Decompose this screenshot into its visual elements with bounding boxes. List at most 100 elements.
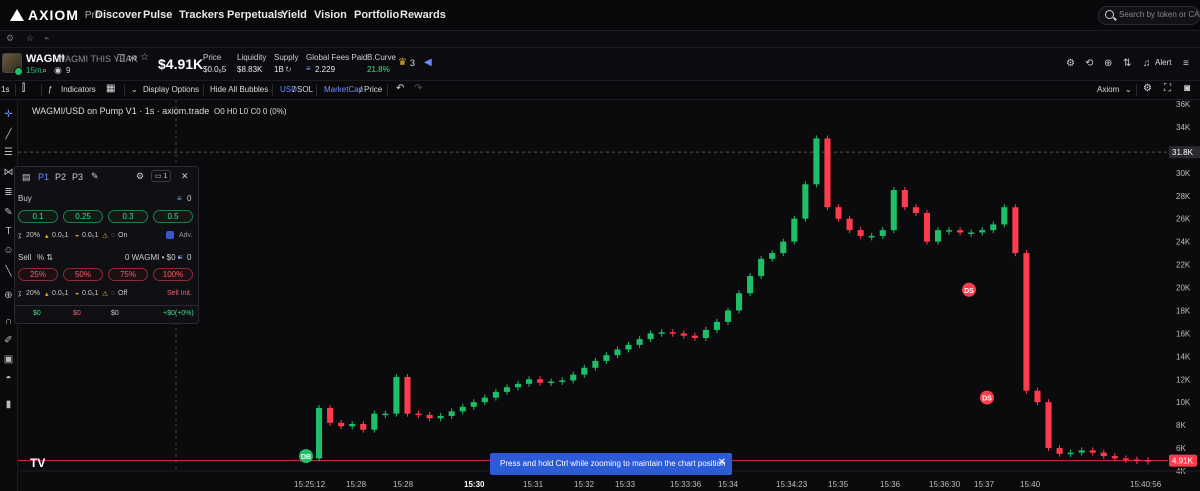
sell-slippage[interactable]: 20% bbox=[26, 290, 40, 297]
buy-amount-button[interactable]: 0.25 bbox=[63, 210, 103, 223]
buy-bribe[interactable]: 0.0₀1 bbox=[82, 232, 99, 239]
hide-bubbles-button[interactable]: Hide All Bubbles bbox=[210, 85, 268, 94]
gear-icon[interactable]: ⚙ bbox=[6, 33, 14, 44]
candle-style-icon[interactable]: ⫿ bbox=[22, 83, 25, 94]
layout-icon[interactable]: ▦ bbox=[106, 83, 115, 94]
chevron-down-icon[interactable]: ⌄ bbox=[131, 85, 138, 94]
copy-icon[interactable]: ❐ bbox=[117, 53, 125, 64]
nav-rewards[interactable]: Rewards bbox=[400, 9, 446, 21]
nav-trackers[interactable]: Trackers bbox=[179, 9, 224, 21]
bell-icon[interactable]: ♫ bbox=[1143, 58, 1151, 69]
sell-init-button[interactable]: Sell Init. bbox=[167, 290, 192, 297]
candle-body bbox=[901, 190, 908, 208]
close-icon[interactable]: ✕ bbox=[181, 171, 189, 182]
close-icon[interactable]: ✕ bbox=[718, 457, 726, 468]
buy-amount-button[interactable]: 0.3 bbox=[108, 210, 148, 223]
nav-portfolio[interactable]: Portfolio bbox=[354, 9, 399, 21]
search-token-icon[interactable]: ⌕ bbox=[42, 65, 47, 76]
candle-body bbox=[868, 235, 875, 238]
alert-button[interactable]: Alert bbox=[1155, 58, 1171, 67]
fullscreen-icon[interactable]: ⛶ bbox=[1164, 83, 1171, 94]
percent-toggle-icon[interactable]: % ⇅ bbox=[37, 253, 53, 262]
lock-icon[interactable]: ▣ bbox=[3, 354, 14, 365]
display-options-button[interactable]: Display Options bbox=[143, 85, 199, 94]
sell-priority-fee[interactable]: 0.0₀1 bbox=[52, 290, 69, 297]
chart-settings-icon[interactable]: ⚙ bbox=[1143, 83, 1152, 94]
y-tick-label: 20K bbox=[1176, 284, 1191, 293]
sell-percent-button[interactable]: 25% bbox=[18, 268, 58, 281]
megaphone-icon[interactable]: ◀ bbox=[424, 57, 432, 68]
redo-icon[interactable]: ↷ bbox=[414, 83, 422, 94]
trendline-icon[interactable]: ╱ bbox=[3, 129, 14, 140]
sell-percent-button[interactable]: 100% bbox=[153, 268, 193, 281]
x-tick-label: 15:33:36 bbox=[670, 480, 702, 489]
stat-bonding-curve: B.Curve 21.8% bbox=[367, 53, 396, 74]
nav-vision[interactable]: Vision bbox=[314, 9, 347, 21]
panel-settings-icon[interactable]: ⚙ bbox=[136, 171, 144, 182]
eye-icon[interactable]: ◓ bbox=[3, 373, 14, 384]
mev-icon: ◌ bbox=[111, 290, 116, 297]
trash-icon[interactable]: ▮ bbox=[3, 399, 14, 410]
currency-sol[interactable]: SOL bbox=[297, 85, 313, 94]
y-tick-label: 24K bbox=[1176, 238, 1191, 247]
fib-icon[interactable]: ≣ bbox=[3, 187, 14, 198]
x-tick-label: 15:25:12 bbox=[294, 480, 326, 489]
buy-amount-button[interactable]: 0.1 bbox=[18, 210, 58, 223]
interval-selector[interactable]: 1s bbox=[1, 85, 9, 94]
tradingview-logo[interactable]: TV bbox=[30, 456, 50, 470]
sell-percent-button[interactable]: 75% bbox=[108, 268, 148, 281]
pattern-icon[interactable]: ⋈ bbox=[3, 167, 14, 178]
refresh-icon[interactable]: ↻ bbox=[285, 65, 292, 74]
sell-percent-button[interactable]: 50% bbox=[63, 268, 103, 281]
crosshair-icon[interactable]: ✛ bbox=[3, 109, 14, 120]
chart-icon[interactable]: ⌁ bbox=[44, 33, 49, 44]
chevron-down-icon[interactable]: ⌄ bbox=[1125, 85, 1132, 94]
swap-icon[interactable]: ⇅ bbox=[1123, 58, 1131, 69]
sell-bribe[interactable]: 0.0₀1 bbox=[82, 290, 99, 297]
star-icon[interactable]: ☆ bbox=[26, 33, 34, 44]
indicators-icon[interactable]: ƒ bbox=[48, 85, 52, 94]
zoom-icon[interactable]: ⊕ bbox=[3, 290, 14, 301]
nav-discover[interactable]: Discover bbox=[95, 9, 141, 21]
panel-menu-icon[interactable]: ▤ bbox=[22, 172, 31, 183]
tab-p2[interactable]: P2 bbox=[55, 172, 66, 182]
mode-marketcap[interactable]: MarketCap bbox=[324, 85, 363, 94]
buy-priority-fee[interactable]: 0.0₀1 bbox=[52, 232, 69, 239]
favorite-star-icon[interactable]: ☆ bbox=[140, 52, 149, 63]
ruler-icon[interactable]: ╲ bbox=[3, 266, 14, 277]
sync-icon[interactable]: ⟲ bbox=[1085, 58, 1093, 69]
undo-icon[interactable]: ↶ bbox=[396, 83, 404, 94]
menu-icon[interactable]: ≡ bbox=[1183, 58, 1189, 69]
pencil-lock-icon[interactable]: ✐ bbox=[3, 335, 14, 346]
horizontal-lines-icon[interactable]: ☰ bbox=[3, 147, 14, 158]
camera-icon[interactable]: ◙ bbox=[1184, 83, 1190, 94]
tab-p3[interactable]: P3 bbox=[72, 172, 83, 182]
axiom-chart-selector[interactable]: Axiom bbox=[1097, 85, 1119, 94]
mode-price[interactable]: Price bbox=[364, 85, 382, 94]
adv-label[interactable]: Adv. bbox=[179, 232, 193, 239]
adv-checkbox[interactable] bbox=[166, 231, 174, 239]
search-input[interactable]: Search by token or CA... bbox=[1098, 6, 1200, 25]
text-icon[interactable]: T bbox=[3, 226, 14, 237]
axiom-logo[interactable]: AXIOM Pro bbox=[10, 7, 100, 23]
x-tick-label: 15:28 bbox=[346, 480, 367, 489]
nav-yield[interactable]: Yield bbox=[281, 9, 307, 21]
tab-p1[interactable]: P1 bbox=[38, 172, 49, 182]
brush-icon[interactable]: ✎ bbox=[3, 207, 14, 218]
edit-icon[interactable]: ✎ bbox=[91, 171, 99, 182]
slippage-icon: ⁒ bbox=[18, 233, 22, 240]
wallet-selector[interactable]: ▭ 1 bbox=[151, 170, 172, 182]
settings-icon[interactable]: ⚙ bbox=[1066, 58, 1075, 69]
indicators-button[interactable]: Indicators bbox=[61, 85, 96, 94]
nav-pulse[interactable]: Pulse bbox=[143, 9, 172, 21]
magnet-icon[interactable]: ∩ bbox=[3, 316, 14, 327]
buy-mev-toggle[interactable]: On bbox=[118, 232, 127, 239]
share-icon[interactable]: ⋈ bbox=[128, 53, 137, 64]
globe-icon[interactable]: ⊕ bbox=[1104, 58, 1112, 69]
sell-mev-toggle[interactable]: Off bbox=[118, 290, 127, 297]
nav-perpetuals[interactable]: Perpetuals bbox=[227, 9, 283, 21]
status-dot-icon bbox=[14, 67, 23, 76]
emoji-icon[interactable]: ☺ bbox=[3, 245, 14, 256]
buy-slippage[interactable]: 20% bbox=[26, 232, 40, 239]
buy-amount-button[interactable]: 0.5 bbox=[153, 210, 193, 223]
